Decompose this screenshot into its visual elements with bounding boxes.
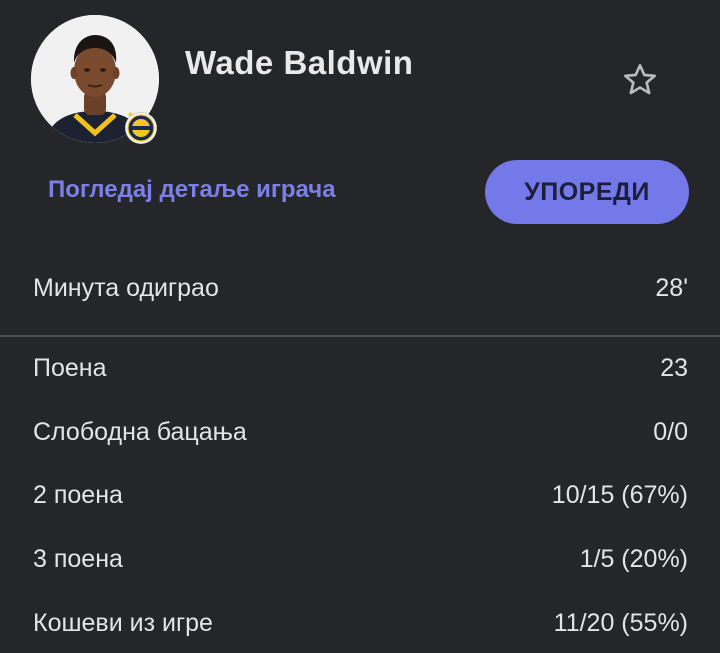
stat-row-free-throws: Слободна бацања 0/0 [33, 418, 688, 447]
stat-value: 1/5 (20%) [579, 545, 688, 573]
stat-row-three-pointers: 3 поена 1/5 (20%) [33, 545, 688, 574]
stat-label: 3 поена [33, 545, 123, 573]
stat-value: 10/15 (67%) [551, 481, 688, 509]
club-badge-icon [126, 113, 156, 143]
stat-value: 28' [655, 274, 688, 302]
stat-row-points: Поена 23 [33, 354, 688, 383]
player-name: Wade Baldwin [185, 44, 414, 81]
divider [0, 335, 720, 337]
star-outline-icon [624, 63, 656, 95]
stat-row-field-goals: Кошеви из игре 11/20 (55%) [33, 609, 688, 638]
view-player-details-link[interactable]: Погледај детаље играча [48, 176, 336, 204]
favorite-button[interactable] [618, 58, 662, 102]
stat-label: Поена [33, 354, 107, 382]
stat-row-two-pointers: 2 поена 10/15 (67%) [33, 481, 688, 510]
compare-button[interactable]: УПОРЕДИ [485, 160, 689, 224]
minutes-played-row: Минута одиграо 28' [33, 274, 688, 303]
stat-value: 23 [660, 354, 688, 382]
stat-label: Слободна бацања [33, 418, 247, 446]
stat-label: Минута одиграо [33, 274, 219, 302]
stat-value: 11/20 (55%) [553, 609, 688, 637]
stat-label: 2 поена [33, 481, 123, 509]
stat-label: Кошеви из игре [33, 609, 213, 637]
player-stats-panel: ★ ★ Wade Baldwin Погледај детаље играча … [0, 0, 720, 653]
stat-value: 0/0 [653, 418, 688, 446]
